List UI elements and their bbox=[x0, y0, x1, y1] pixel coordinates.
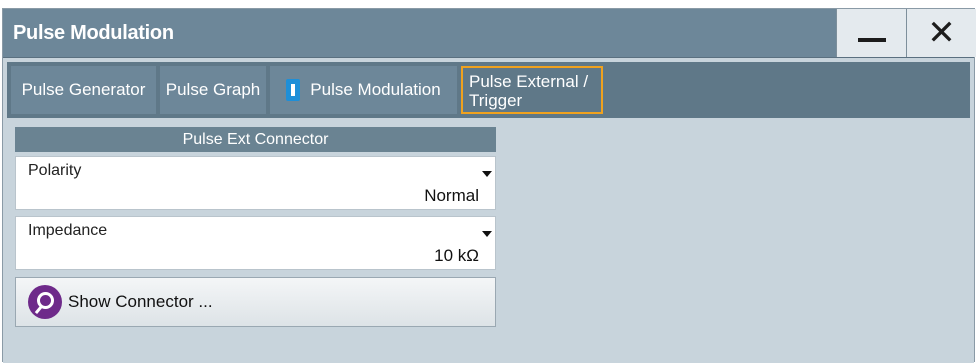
tab-pulse-generator[interactable]: Pulse Generator bbox=[11, 66, 156, 114]
active-indicator-icon bbox=[286, 79, 301, 101]
show-connector-label: Show Connector ... bbox=[68, 292, 213, 311]
tab-label: Pulse External / Trigger bbox=[469, 72, 589, 110]
title-bar: Pulse Modulation ✕ bbox=[3, 9, 976, 58]
tab-label: Pulse Generator bbox=[21, 80, 146, 99]
magnifier-icon bbox=[28, 285, 62, 319]
close-icon: ✕ bbox=[927, 13, 956, 53]
pulse-ext-connector-panel: Pulse Ext Connector Polarity Normal Impe… bbox=[15, 127, 496, 327]
impedance-value: 10 kΩ bbox=[434, 246, 479, 265]
impedance-dropdown[interactable]: Impedance 10 kΩ bbox=[15, 216, 496, 270]
minimize-icon bbox=[857, 38, 886, 42]
tab-label: Pulse Modulation bbox=[310, 80, 441, 99]
window-title: Pulse Modulation bbox=[13, 22, 174, 44]
tab-strip: Pulse Generator Pulse Graph Pulse Modula… bbox=[7, 62, 970, 118]
tab-pulse-graph[interactable]: Pulse Graph bbox=[160, 66, 266, 114]
tab-bar: Pulse Generator Pulse Graph Pulse Modula… bbox=[3, 58, 974, 125]
dropdown-arrow-icon bbox=[482, 171, 492, 177]
pulse-modulation-dialog: Pulse Modulation ✕ Pulse Generator Pulse… bbox=[2, 8, 976, 363]
minimize-button[interactable] bbox=[836, 9, 906, 57]
close-button[interactable]: ✕ bbox=[906, 9, 976, 57]
section-header: Pulse Ext Connector bbox=[15, 127, 496, 152]
tab-content: Pulse Ext Connector Polarity Normal Impe… bbox=[3, 125, 974, 363]
polarity-value: Normal bbox=[424, 186, 479, 205]
tab-pulse-external-trigger[interactable]: Pulse External / Trigger bbox=[461, 66, 603, 114]
polarity-label: Polarity bbox=[28, 162, 82, 179]
tab-label: Pulse Graph bbox=[165, 80, 261, 99]
impedance-label: Impedance bbox=[28, 222, 108, 239]
polarity-dropdown[interactable]: Polarity Normal bbox=[15, 156, 496, 210]
dropdown-arrow-icon bbox=[482, 231, 492, 237]
show-connector-button[interactable]: Show Connector ... bbox=[15, 277, 496, 327]
tab-pulse-modulation[interactable]: Pulse Modulation bbox=[270, 66, 457, 114]
